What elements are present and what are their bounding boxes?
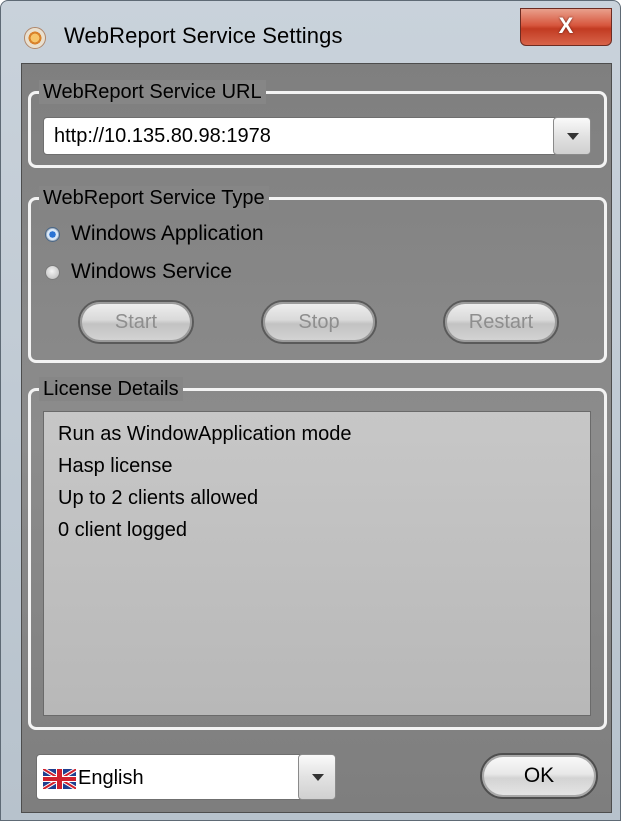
language-dropdown-button[interactable] <box>298 754 336 800</box>
radio-windows-service-label: Windows Service <box>71 260 233 283</box>
uk-flag-icon <box>43 769 76 789</box>
license-line: Run as WindowApplication mode <box>58 423 352 445</box>
service-type-legend: WebReport Service Type <box>39 186 269 210</box>
service-url-value: http://10.135.80.98:1978 <box>54 125 271 147</box>
service-url-dropdown-button[interactable] <box>553 117 591 155</box>
app-icon <box>24 27 46 49</box>
service-url-select[interactable]: http://10.135.80.98:1978 <box>43 117 591 155</box>
restart-button[interactable]: Restart <box>443 300 559 344</box>
dialog-content: WebReport Service URL http://10.135.80.9… <box>21 63 612 813</box>
radio-unselected-icon <box>45 265 60 280</box>
close-button[interactable]: X <box>520 8 612 46</box>
chevron-down-icon <box>312 774 324 781</box>
language-value: English <box>78 767 144 789</box>
license-details-group: License Details Run as WindowApplication… <box>28 377 607 730</box>
license-line: 0 client logged <box>58 519 187 541</box>
radio-selected-icon <box>45 227 60 242</box>
service-url-group: WebReport Service URL http://10.135.80.9… <box>28 80 607 168</box>
language-select[interactable]: English <box>36 754 336 800</box>
license-line: Hasp license <box>58 455 173 477</box>
radio-windows-application-label: Windows Application <box>71 222 264 245</box>
window-title: WebReport Service Settings <box>64 23 343 48</box>
ok-button[interactable]: OK <box>480 753 598 799</box>
license-details-legend: License Details <box>39 377 183 401</box>
chevron-down-icon <box>567 133 579 140</box>
license-details-box: Run as WindowApplication mode Hasp licen… <box>43 411 591 716</box>
settings-window: WebReport Service Settings X WebReport S… <box>0 0 621 821</box>
license-line: Up to 2 clients allowed <box>58 487 259 509</box>
service-type-group: WebReport Service Type Windows Applicati… <box>28 186 607 363</box>
title-bar[interactable]: WebReport Service Settings X <box>1 1 620 63</box>
start-button[interactable]: Start <box>78 300 194 344</box>
stop-button[interactable]: Stop <box>261 300 377 344</box>
service-url-legend: WebReport Service URL <box>39 80 266 104</box>
